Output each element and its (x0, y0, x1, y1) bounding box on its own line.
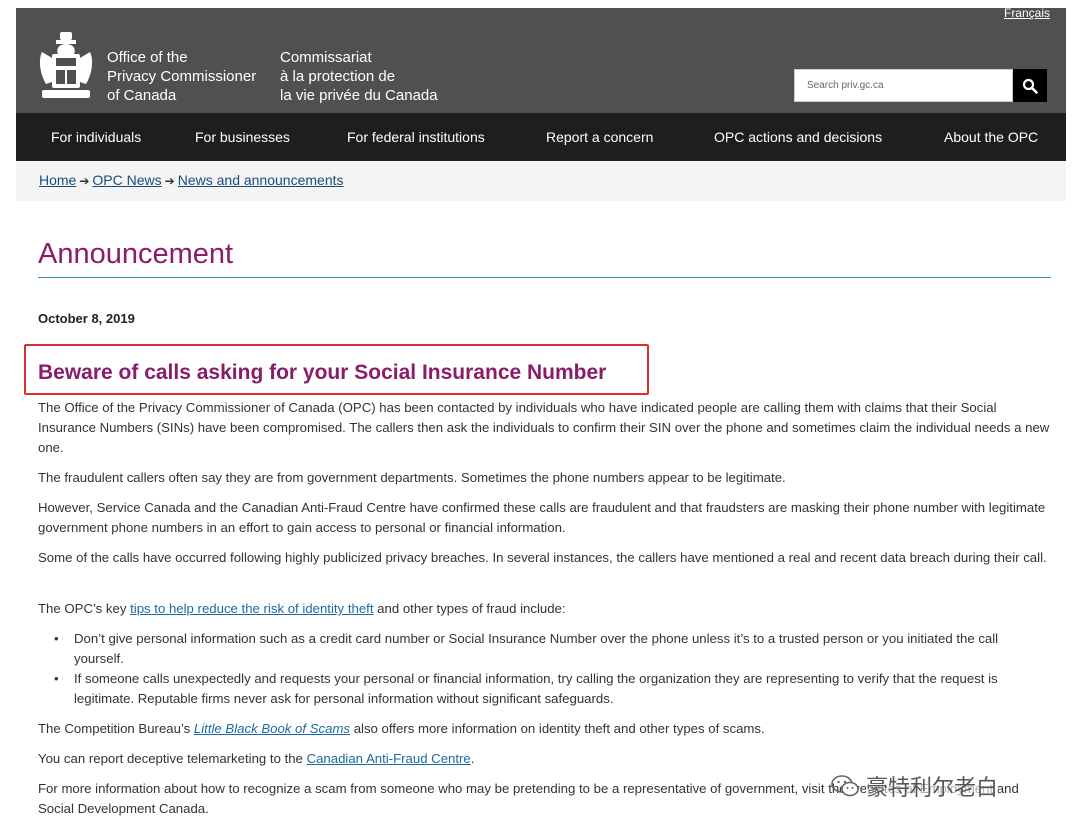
tips-text-after: and other types of fraud include: (373, 601, 566, 616)
paragraph-breaches: Some of the calls have occurred followin… (38, 550, 1047, 565)
announcement-headline: Beware of calls asking for your Social I… (38, 361, 607, 384)
nav-item-individuals[interactable]: For individuals (51, 129, 141, 145)
paragraph-tips: The OPC’s key tips to help reduce the ri… (38, 599, 1050, 619)
breadcrumb: Home ➔ OPC News ➔ News and announcements (39, 172, 344, 188)
org-fr-line: la vie privée du Canada (280, 87, 438, 104)
tips-text-before: The OPC’s key (38, 601, 131, 616)
org-en-line: Office of the (107, 49, 188, 66)
search-button[interactable] (1013, 69, 1047, 102)
breadcrumb-bar: Home ➔ OPC News ➔ News and announcements (16, 161, 1066, 201)
competition-text-after: also offers more information on identity… (350, 721, 765, 736)
org-en-line: of Canada (107, 87, 177, 104)
coat-of-arms-icon (39, 32, 93, 98)
org-fr-line: à la protection de (280, 68, 396, 85)
language-toggle-link[interactable]: Français (1004, 8, 1050, 20)
list-item: Don’t give personal information such as … (54, 629, 1050, 669)
breadcrumb-home-link[interactable]: Home (39, 172, 76, 188)
organization-name-french[interactable]: Commissariat à la protection de la vie p… (280, 48, 438, 105)
wechat-icon (831, 775, 859, 797)
organization-name-english[interactable]: Office of the Privacy Commissioner of Ca… (107, 48, 256, 105)
list-item: If someone calls unexpectedly and reques… (54, 669, 1050, 709)
site-header: Français Office of the Privacy Commissio… (16, 8, 1066, 113)
nav-item-opc-actions[interactable]: OPC actions and decisions (714, 129, 882, 145)
competition-text-before: The Competition Bureau’s (38, 721, 194, 736)
breadcrumb-arrow-icon: ➔ (79, 174, 90, 188)
nav-item-federal-institutions[interactable]: For federal institutions (347, 129, 485, 145)
nav-item-report-concern[interactable]: Report a concern (546, 129, 653, 145)
breadcrumb-opc-news-link[interactable]: OPC News (92, 172, 161, 188)
org-en-line: Privacy Commissioner (107, 68, 257, 85)
paragraph-intro: The Office of the Privacy Commissioner o… (38, 400, 1050, 455)
paragraph-service-canada: However, Service Canada and the Canadian… (38, 500, 1046, 535)
search-icon (1022, 78, 1038, 94)
little-black-book-link[interactable]: Little Black Book of Scams (194, 721, 350, 736)
watermark: 豪特利尔老白 (830, 770, 999, 802)
page-title: Announcement (38, 238, 234, 270)
search-input[interactable]: Search priv.gc.ca (794, 69, 1013, 102)
paragraph-fraudulent-callers: The fraudulent callers often say they ar… (38, 470, 786, 485)
anti-fraud-centre-link[interactable]: Canadian Anti-Fraud Centre (307, 751, 471, 766)
announcement-date: October 8, 2019 (38, 311, 135, 326)
org-fr-line: Commissariat (280, 49, 372, 66)
report-text-after: . (470, 751, 475, 766)
paragraph-report: You can report deceptive telemarketing t… (38, 749, 1050, 769)
identity-theft-tips-link[interactable]: tips to help reduce the risk of identity… (130, 601, 373, 616)
watermark-text: 豪特利尔老白 (866, 770, 999, 802)
breadcrumb-arrow-icon: ➔ (164, 174, 175, 188)
breadcrumb-news-link[interactable]: News and announcements (178, 172, 344, 188)
nav-item-businesses[interactable]: For businesses (195, 129, 290, 145)
page-frame: Français Office of the Privacy Commissio… (16, 8, 1066, 830)
report-text-before: You can report deceptive telemarketing t… (38, 751, 307, 766)
main-navigation: For individuals For businesses For feder… (16, 113, 1066, 161)
paragraph-competition-bureau: The Competition Bureau’s Little Black Bo… (38, 719, 1050, 739)
nav-item-about-opc[interactable]: About the OPC (944, 129, 1038, 145)
title-divider (38, 277, 1051, 278)
tips-list: Don’t give personal information such as … (54, 629, 1050, 709)
